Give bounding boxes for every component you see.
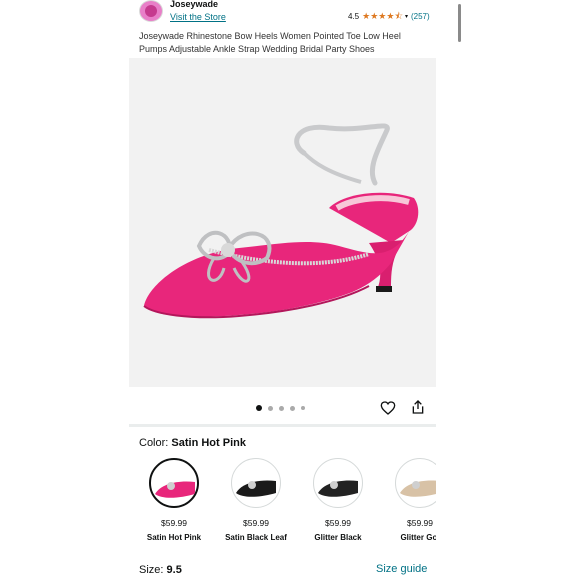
carousel-dot[interactable]	[279, 405, 284, 411]
swatch-image[interactable]	[149, 458, 199, 508]
star-icon: ★	[386, 11, 395, 21]
product-page: Joseywade Visit the Store 4.5 ★ ★ ★ ★ ⯪ …	[129, 0, 461, 580]
carousel-dot[interactable]	[290, 405, 295, 411]
swatch-price: $59.99	[325, 518, 351, 528]
selected-color: Satin Hot Pink	[171, 437, 246, 449]
share-icon[interactable]	[410, 399, 426, 415]
swatch-image[interactable]	[395, 458, 436, 508]
swatch-image[interactable]	[231, 458, 281, 508]
color-selection: Color: Satin Hot Pink	[139, 437, 246, 449]
carousel-dot[interactable]	[301, 406, 305, 410]
store-name[interactable]: Joseywade	[170, 0, 218, 9]
swatch-price: $59.99	[243, 518, 269, 528]
swatch-price: $59.99	[407, 518, 433, 528]
section-divider	[129, 424, 436, 427]
swatch-price: $59.99	[161, 518, 187, 528]
half-star-icon: ⯪	[394, 11, 403, 21]
rating[interactable]: 4.5 ★ ★ ★ ★ ⯪ ▾ (257)	[348, 12, 430, 22]
color-swatch-glitter-gold[interactable]: $59.99 Glitter Gol	[385, 458, 436, 542]
pink-heel-shoe-image	[143, 123, 419, 319]
size-label: Size:	[139, 564, 164, 576]
selected-size: 9.5	[166, 564, 182, 576]
swatch-name: Glitter Black	[314, 533, 362, 542]
visit-store-link[interactable]: Visit the Store	[170, 12, 226, 22]
star-icon: ★	[378, 11, 387, 21]
color-swatch-satin-black-leaf[interactable]: $59.99 Satin Black Leaf	[221, 458, 291, 542]
size-selection[interactable]: Size: 9.5	[139, 564, 182, 576]
carousel-dot[interactable]	[268, 405, 273, 411]
swatch-name: Glitter Gol	[400, 533, 436, 542]
heart-icon[interactable]	[380, 400, 396, 416]
image-carousel-dots[interactable]	[256, 405, 305, 411]
swatch-name: Satin Black Leaf	[225, 533, 287, 542]
size-guide-link[interactable]: Size guide	[376, 563, 427, 575]
color-swatch-satin-hot-pink[interactable]: $59.99 Satin Hot Pink	[139, 458, 209, 542]
star-rating-icon: ★ ★ ★ ★ ⯪	[362, 12, 403, 21]
color-label: Color:	[139, 437, 169, 449]
swatch-image[interactable]	[313, 458, 363, 508]
color-swatch-glitter-black[interactable]: $59.99 Glitter Black	[303, 458, 373, 542]
star-icon: ★	[370, 11, 379, 21]
product-title: Joseywade Rhinestone Bow Heels Women Poi…	[139, 31, 401, 54]
product-image[interactable]	[129, 58, 436, 387]
store-logo-icon[interactable]	[139, 0, 163, 22]
rating-value: 4.5	[348, 12, 360, 21]
star-icon: ★	[362, 11, 371, 21]
carousel-dot[interactable]	[256, 405, 262, 411]
scrollbar[interactable]	[458, 4, 461, 42]
color-swatch-list: $59.99 Satin Hot Pink $59.99 Satin Black…	[139, 458, 436, 548]
chevron-down-icon: ▾	[404, 14, 408, 20]
swatch-name: Satin Hot Pink	[146, 533, 202, 542]
rating-count[interactable]: (257)	[411, 12, 430, 21]
